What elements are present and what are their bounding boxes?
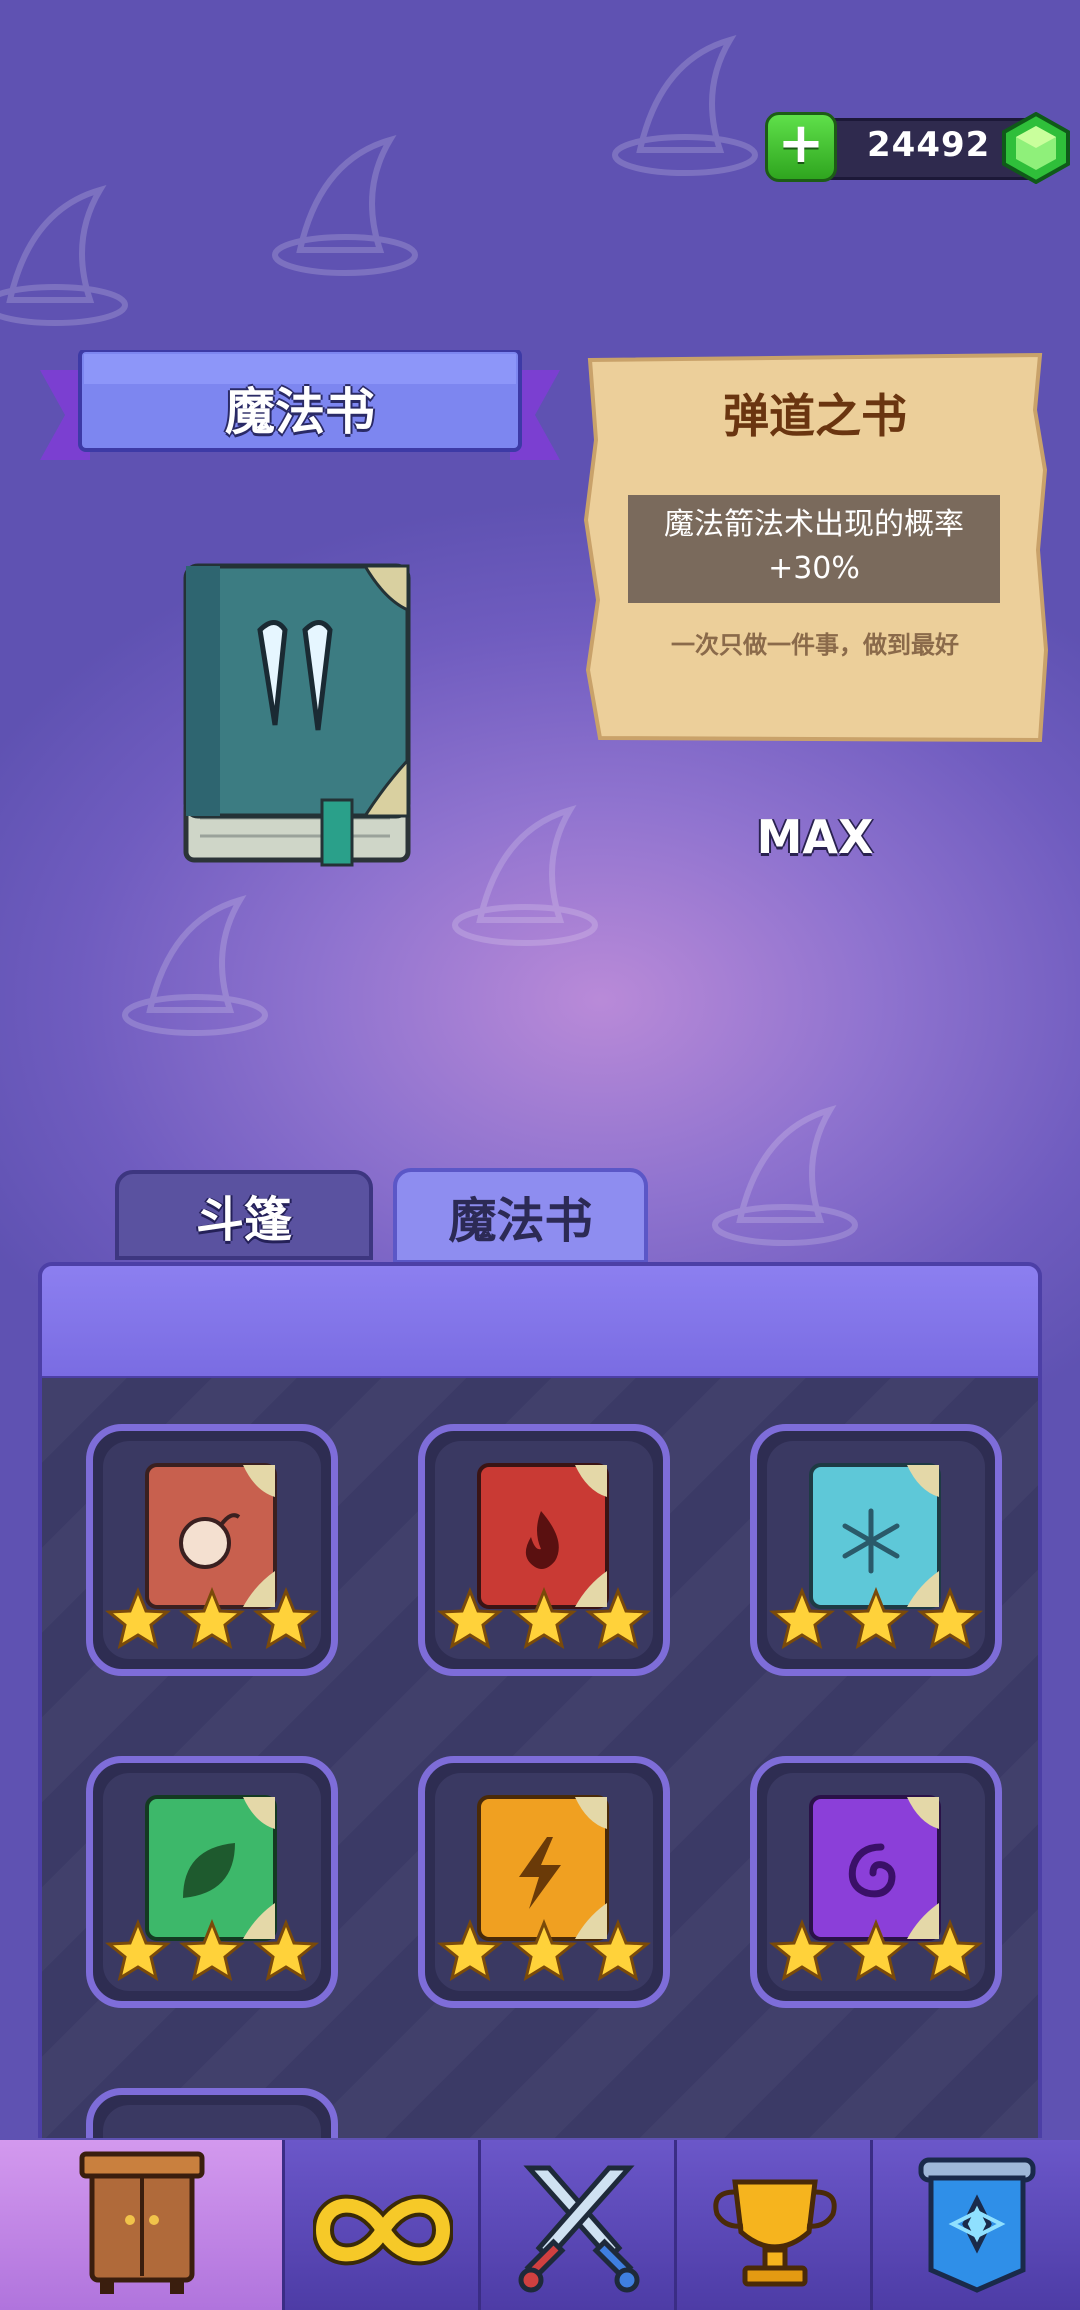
green-gem-icon: [1002, 112, 1070, 184]
book-name: 弹道之书: [723, 389, 907, 443]
nav-ranking[interactable]: [677, 2140, 873, 2310]
banner-icon: [918, 2157, 1036, 2293]
rating-stars: [437, 1587, 651, 1650]
ribbon-title: 魔法书: [225, 383, 375, 441]
section-ribbon: 魔法书: [40, 350, 560, 470]
panel-header: [38, 1262, 1042, 1380]
rating-stars: [769, 1587, 983, 1650]
rating-stars: [105, 1587, 319, 1650]
crossed-swords-icon: [518, 2165, 640, 2293]
plus-icon: +: [777, 111, 825, 176]
rating-stars: [437, 1919, 651, 1982]
trophy-icon: [713, 2179, 837, 2287]
book-effect-text: 魔法箭法术出现的概率: [664, 507, 964, 542]
nav-guild[interactable]: [873, 2140, 1080, 2310]
book-level-label: MAX: [756, 810, 874, 864]
nav-battle[interactable]: [481, 2140, 677, 2310]
book-slot-lightning[interactable]: [418, 1756, 670, 2008]
book-slot-ice[interactable]: [750, 1424, 1002, 1676]
book-slot-leaf[interactable]: [86, 1756, 338, 2008]
infinity-icon: [313, 2194, 453, 2266]
icicle-book-icon: [183, 563, 411, 867]
bottom-nav: [0, 2140, 1080, 2310]
gem-counter: + 24492: [765, 112, 1070, 184]
book-slot-vortex[interactable]: [750, 1756, 1002, 2008]
tab-spellbook-label: 魔法书: [448, 1193, 593, 1249]
book-effect-box: 魔法箭法术出现的概率 +30%: [628, 495, 1000, 603]
tab-cloak-label: 斗篷: [195, 1192, 292, 1248]
wardrobe-icon: [79, 2151, 205, 2294]
nav-endless[interactable]: [285, 2140, 481, 2310]
rating-stars: [769, 1919, 983, 1982]
rating-stars: [105, 1919, 319, 1982]
add-gems-button[interactable]: +: [765, 112, 837, 182]
book-slot-partial[interactable]: [86, 2088, 338, 2138]
book-effect-value: +30%: [768, 551, 860, 586]
tab-cloak[interactable]: 斗篷: [115, 1170, 373, 1260]
book-flavor-text: 一次只做一件事，做到最好: [671, 631, 959, 659]
book-info-card: 弹道之书 魔法箭法术出现的概率 +30% 一次只做一件事，做到最好: [580, 350, 1050, 745]
gem-count: 24492: [867, 125, 991, 165]
book-grid: [38, 1378, 1042, 2138]
nav-wardrobe[interactable]: [0, 2140, 285, 2310]
book-slot-fire[interactable]: [418, 1424, 670, 1676]
tab-spellbook[interactable]: 魔法书: [393, 1168, 648, 1264]
book-slot-bomb[interactable]: [86, 1424, 338, 1676]
